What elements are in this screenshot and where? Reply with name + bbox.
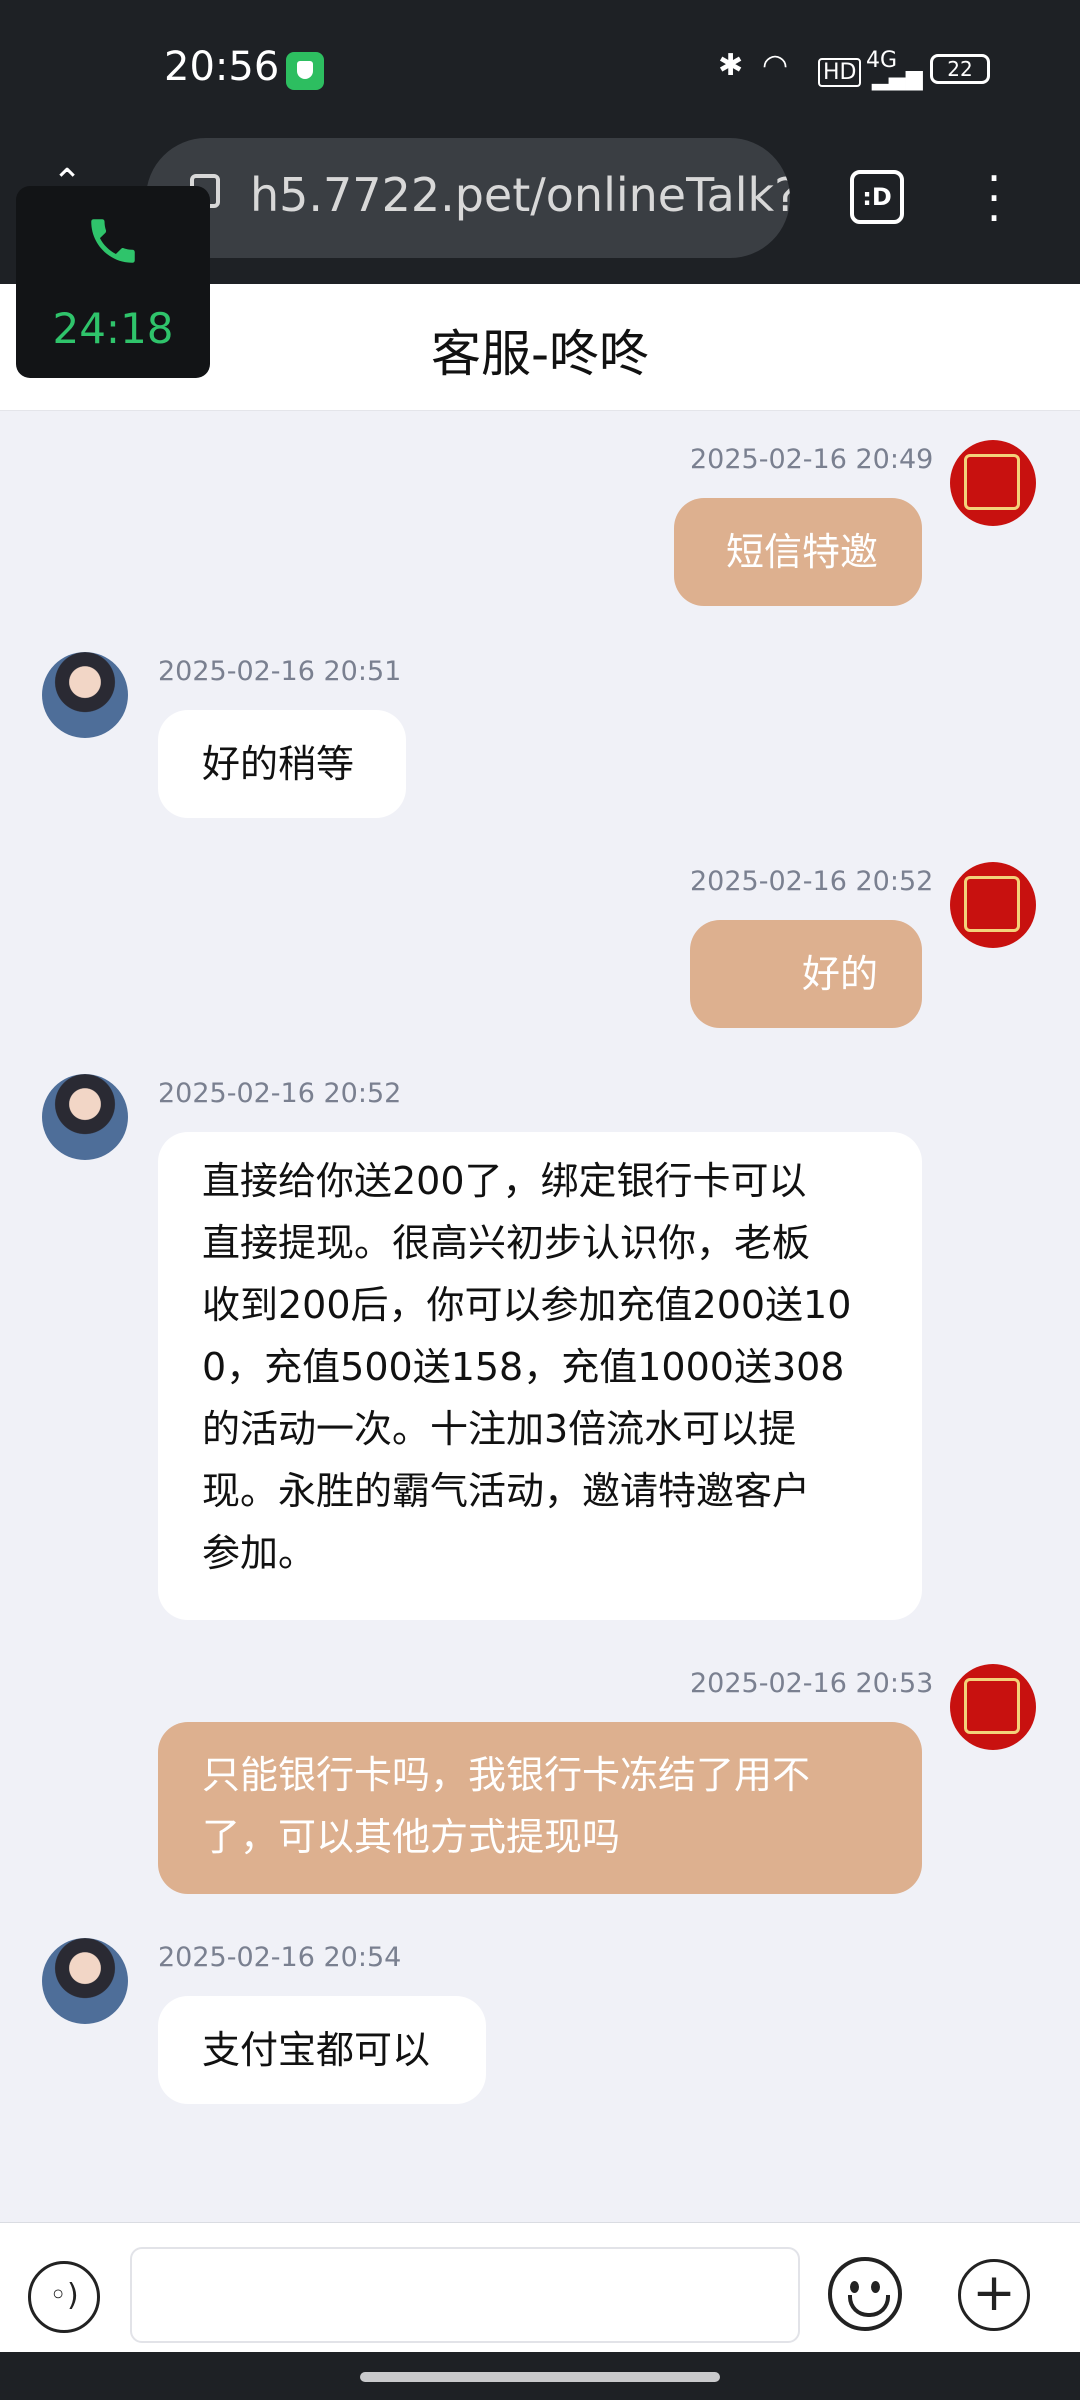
message-text: 好的稍等: [202, 742, 355, 786]
tab-switcher-button[interactable]: :D: [850, 170, 904, 224]
incoming-message-bubble[interactable]: 直接给你送200了，绑定银行卡可以 直接提现。很高兴初步认识你，老板 收到200…: [158, 1132, 922, 1620]
message-timestamp: 2025-02-16 20:53: [690, 1668, 934, 1699]
home-gesture-handle[interactable]: [360, 2372, 720, 2382]
message-text: 支付宝都可以: [202, 2028, 431, 2072]
user-avatar[interactable]: [950, 440, 1036, 526]
message-line: 直接提现。很高兴初步认识你，老板: [202, 1221, 811, 1265]
message-timestamp: 2025-02-16 20:51: [158, 656, 402, 687]
message-line: 现。永胜的霸气活动，邀请特邀客户: [202, 1469, 811, 1513]
status-bar: 20:56 ✱ ◠ HD 4G ▂▄▆ 22: [0, 0, 1080, 138]
message-line: 参加。: [202, 1531, 317, 1575]
call-timer: 24:18: [52, 304, 174, 353]
message-input[interactable]: [130, 2247, 800, 2343]
message-timestamp: 2025-02-16 20:52: [158, 1078, 402, 1109]
incoming-message-bubble[interactable]: 支付宝都可以: [158, 1996, 486, 2104]
shield-icon: [286, 52, 324, 90]
user-avatar[interactable]: [950, 862, 1036, 948]
outgoing-message-bubble[interactable]: 好的: [690, 920, 922, 1028]
signal-icon: ▂▄▆: [872, 66, 923, 91]
message-timestamp: 2025-02-16 20:49: [690, 444, 934, 475]
message-text: 短信特邀: [725, 530, 878, 574]
wifi-icon: ◠: [762, 48, 789, 83]
voice-input-icon[interactable]: ◦): [28, 2261, 100, 2333]
message-line: 只能银行卡吗，我银行卡冻结了用不: [202, 1753, 811, 1797]
hd-icon: HD: [818, 58, 862, 87]
message-line: 0，充值500送158，充值1000送308: [202, 1345, 845, 1389]
message-text: 好的: [801, 952, 878, 996]
emoji-icon[interactable]: [828, 2257, 902, 2331]
user-avatar[interactable]: [950, 1664, 1036, 1750]
incoming-message-bubble[interactable]: 好的稍等: [158, 710, 406, 818]
add-attachment-icon[interactable]: +: [958, 2259, 1030, 2331]
call-widget[interactable]: 24:18: [16, 186, 210, 378]
outgoing-message-bubble[interactable]: 只能银行卡吗，我银行卡冻结了用不 了，可以其他方式提现吗: [158, 1722, 922, 1894]
message-timestamp: 2025-02-16 20:54: [158, 1942, 402, 1973]
message-line: 的活动一次。十注加3倍流水可以提: [202, 1407, 797, 1451]
outgoing-message-bubble[interactable]: 短信特邀: [674, 498, 922, 606]
bluetooth-icon: ✱: [718, 48, 744, 83]
message-line: 直接给你送200了，绑定银行卡可以: [202, 1159, 807, 1203]
message-line: 了，可以其他方式提现吗: [202, 1815, 621, 1859]
agent-avatar[interactable]: [42, 1074, 128, 1160]
status-time: 20:56: [164, 44, 280, 90]
agent-avatar[interactable]: [42, 1938, 128, 2024]
system-nav-bar: [0, 2352, 1080, 2400]
message-timestamp: 2025-02-16 20:52: [690, 866, 934, 897]
message-input-bar: ◦) +: [0, 2222, 1080, 2353]
message-line: 收到200后，你可以参加充值200送10: [202, 1283, 852, 1327]
url-text[interactable]: h5.7722.pet/onlineTalk?: [250, 168, 790, 222]
emoji-mouth: [848, 2295, 890, 2317]
address-bar[interactable]: h5.7722.pet/onlineTalk?: [146, 138, 790, 258]
battery-icon: 22: [930, 54, 990, 84]
phone-icon: [91, 219, 135, 263]
agent-avatar[interactable]: [42, 652, 128, 738]
more-menu-icon[interactable]: · · ·: [984, 155, 1004, 241]
chat-messages[interactable]: 2025-02-16 20:49 短信特邀 2025-02-16 20:51 好…: [0, 410, 1080, 2222]
